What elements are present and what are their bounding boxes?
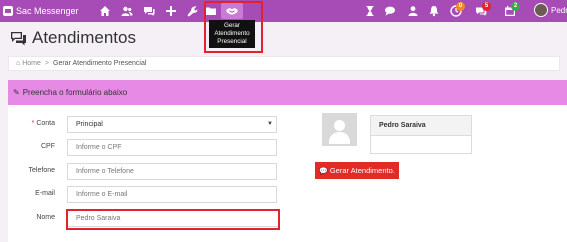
users-icon[interactable]	[120, 4, 134, 18]
user-name[interactable]: Pedr	[551, 6, 567, 15]
edit-icon: ✎	[13, 88, 20, 97]
breadcrumb-home[interactable]: Home	[22, 60, 41, 67]
highlight-box-nav	[204, 1, 263, 53]
client-name: Pedro Saraiva	[371, 116, 471, 136]
telefone-input[interactable]: Informe o Telefone	[67, 163, 277, 180]
person-silhouette-icon	[334, 120, 345, 131]
comments-badge: 5	[482, 2, 491, 11]
telefone-label: Telefone	[28, 167, 55, 174]
email-label: E-mail	[35, 190, 55, 197]
brand-name: Sac Messenger	[16, 6, 79, 16]
conta-select[interactable]: Principal ▼	[67, 116, 277, 133]
cpf-input[interactable]: Informe o CPF	[67, 139, 277, 156]
top-navbar: Sac Messenger 0 5 2 Pedr	[0, 0, 567, 22]
chat-icon[interactable]	[142, 4, 156, 18]
conta-label: * Conta	[31, 120, 55, 127]
cpf-label: CPF	[41, 143, 55, 150]
home-icon: ⌂	[16, 60, 21, 67]
avatar-placeholder	[322, 113, 357, 146]
panel-header-text: Preencha o formulário abaixo	[22, 88, 128, 97]
breadcrumb-current: Gerar Atendimento Presencial	[53, 60, 147, 67]
client-info-box: Pedro Saraiva	[370, 115, 472, 154]
breadcrumb-separator: >	[44, 60, 50, 67]
chat-icon: 💬	[319, 167, 328, 175]
conta-select-value: Principal	[76, 121, 103, 128]
email-input[interactable]: Informe o E-mail	[67, 186, 277, 203]
page-title-text: Atendimentos	[32, 28, 136, 47]
person-icon[interactable]	[406, 4, 420, 18]
brand[interactable]: Sac Messenger	[3, 3, 79, 19]
bell-icon[interactable]	[427, 4, 441, 18]
breadcrumb: ⌂ Home > Gerar Atendimento Presencial	[8, 56, 560, 71]
chat-logo-icon	[3, 6, 13, 16]
user-avatar[interactable]	[534, 3, 548, 17]
highlight-box-nome	[66, 209, 280, 230]
plus-icon[interactable]	[164, 4, 178, 18]
chat-bubble-icon[interactable]	[383, 4, 397, 18]
wrench-icon[interactable]	[185, 4, 199, 18]
page-title: Atendimentos	[10, 28, 136, 48]
hourglass-icon[interactable]	[363, 4, 377, 18]
calendar-badge: 2	[511, 2, 520, 11]
gerar-atendimento-button[interactable]: 💬 Gerar Atendimento.	[315, 162, 399, 179]
home-icon[interactable]	[98, 4, 112, 18]
nome-label: Nome	[36, 214, 55, 221]
gerar-atendimento-label: Gerar Atendimento.	[329, 166, 395, 175]
panel-header: ✎ Preencha o formulário abaixo	[8, 80, 567, 105]
chevron-down-icon: ▼	[267, 121, 273, 127]
chat-icon	[11, 31, 26, 45]
clock-badge: 0	[456, 2, 465, 11]
